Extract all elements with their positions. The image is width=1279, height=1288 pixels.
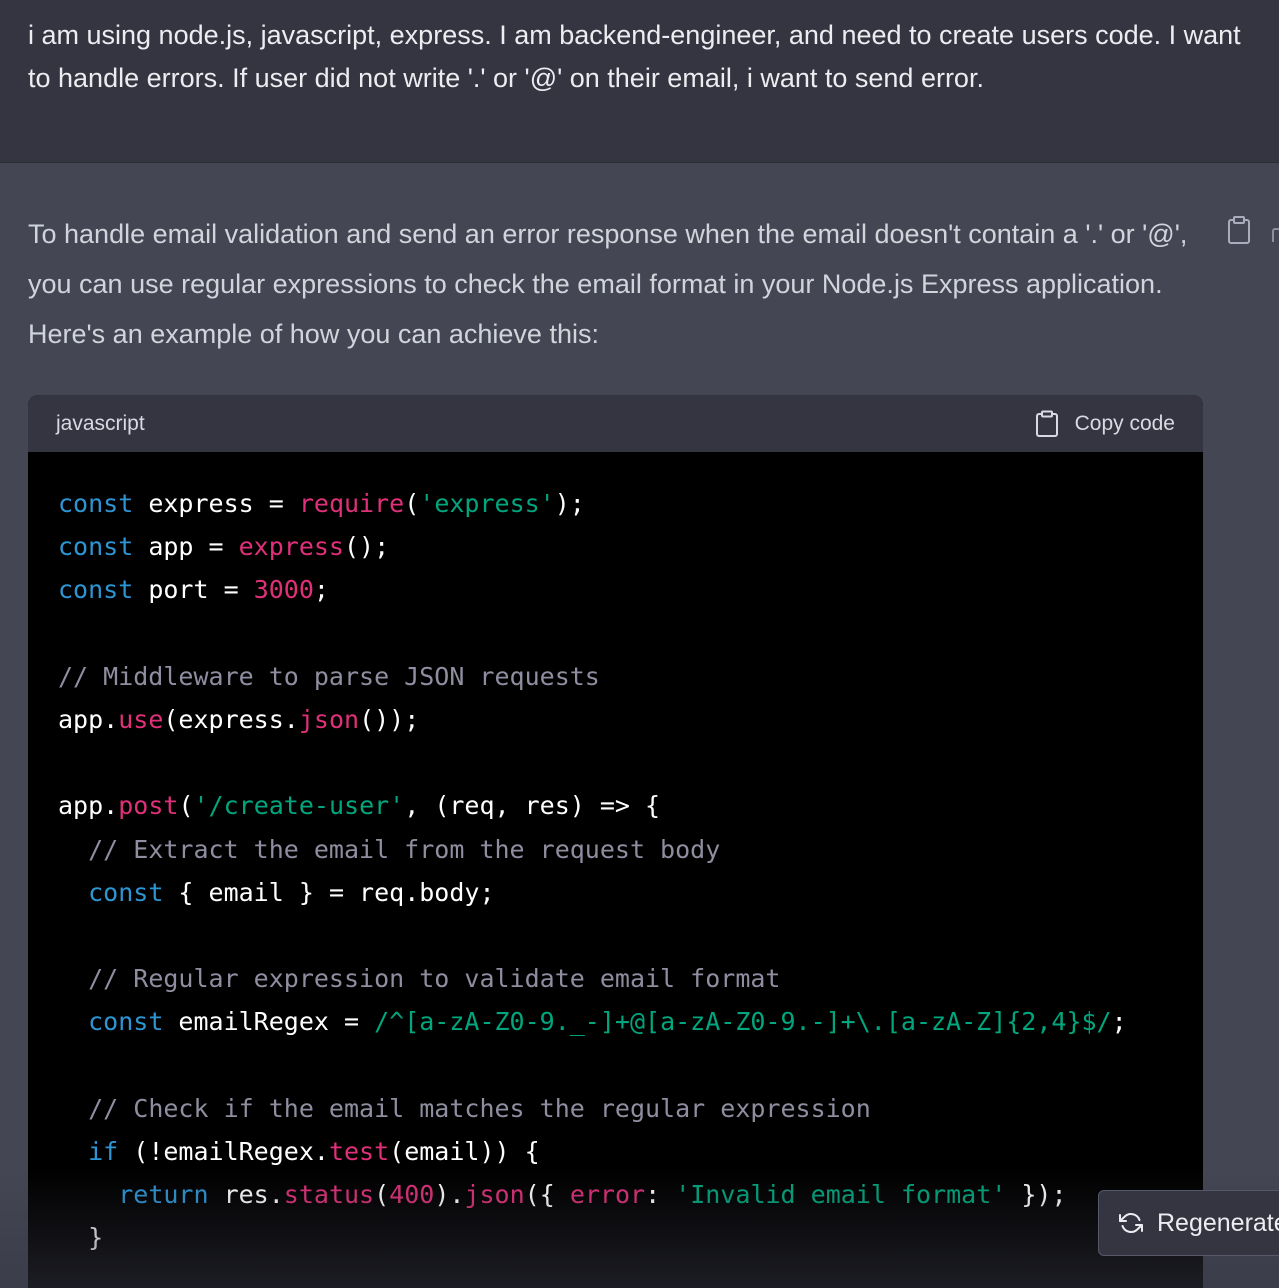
code-line: if (!emailRegex.test(email)) { xyxy=(88,1137,540,1167)
code-line: const app = express(); xyxy=(58,532,390,562)
code-line: return res.status(400).json({ error: 'In… xyxy=(118,1180,1067,1210)
assistant-message-text: To handle email validation and send an e… xyxy=(28,209,1208,359)
code-line: app.post('/create-user', (req, res) => { xyxy=(58,791,661,821)
assistant-paragraph: To handle email validation and send an e… xyxy=(28,219,1188,349)
thumb-icon[interactable] xyxy=(1272,228,1279,242)
code-line: // Extract the email from the request bo… xyxy=(88,834,721,864)
user-message-text: i am using node.js, javascript, express.… xyxy=(28,20,1241,93)
user-message: i am using node.js, javascript, express.… xyxy=(0,0,1279,163)
regenerate-label: Regenerate xyxy=(1157,1208,1279,1237)
code-content: const express = require('express'); cons… xyxy=(28,452,1203,1260)
code-line: const { email } = req.body; xyxy=(88,877,495,907)
code-line: const express = require('express'); xyxy=(58,489,585,518)
code-block: javascript Copy code const express = req… xyxy=(28,395,1203,1288)
code-header: javascript Copy code xyxy=(28,395,1203,452)
refresh-icon xyxy=(1119,1213,1143,1233)
copy-code-button[interactable]: Copy code xyxy=(1035,395,1175,452)
code-line: const port = 3000; xyxy=(58,575,329,605)
code-line: // Middleware to parse JSON requests xyxy=(58,661,600,691)
code-line: // Regular expression to validate email … xyxy=(88,964,781,994)
code-line: const emailRegex = /^[a-zA-Z0-9._-]+@[a-… xyxy=(88,1007,1127,1037)
code-language-label: javascript xyxy=(56,412,145,435)
copy-code-label: Copy code xyxy=(1074,411,1175,435)
regenerate-button[interactable]: Regenerate xyxy=(1098,1190,1279,1256)
code-line: app.use(express.json()); xyxy=(58,705,420,735)
code-line: // Check if the email matches the regula… xyxy=(88,1093,871,1123)
clipboard-icon xyxy=(1035,410,1058,437)
clipboard-icon[interactable] xyxy=(1226,215,1252,245)
code-line: } xyxy=(58,1223,104,1253)
code-body: const express = require('express'); cons… xyxy=(28,452,1203,1288)
